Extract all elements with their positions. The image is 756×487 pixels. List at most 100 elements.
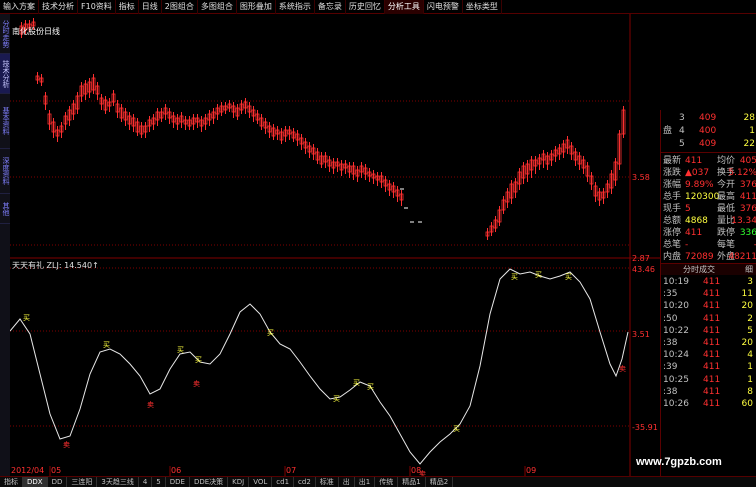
trades-header-detail[interactable]: 细 (745, 264, 753, 276)
indicator-tab[interactable]: 出 (339, 477, 355, 487)
indicator-tab[interactable]: 精品1 (398, 477, 426, 487)
trade-price: 411 (703, 386, 721, 397)
chart-area[interactable]: 3.58 2.87 43.46 3.51 -35.91 2012/04 05 06 07 08 09… (10, 14, 660, 476)
indicator-tab[interactable]: DDX (23, 477, 48, 487)
trade-volume: 3 (747, 277, 753, 287)
trade-time: 10:19 (663, 277, 689, 287)
bid-ask-price: 409 (699, 113, 717, 123)
price-axis-label: 3.58 (632, 173, 650, 182)
toolbar-item[interactable]: 多图组合 (198, 0, 237, 14)
toolbar-item[interactable]: 输入方案 (0, 0, 39, 14)
indicator-tab[interactable]: KDJ (228, 477, 250, 487)
indicator-tab[interactable]: 传统 (375, 477, 399, 487)
date-axis-label: 2012/04 (11, 466, 44, 475)
stat-key: 最新 (663, 156, 682, 166)
indicator-tab[interactable]: 精品2 (426, 477, 454, 487)
trade-row: 10:22 411 5 (661, 325, 756, 337)
indicator-tab[interactable]: VOL (249, 477, 273, 487)
candlestick-chart[interactable]: 3.582.8743.463.51-35.912012/04 05 06 07 08 09… (10, 14, 660, 476)
trade-volume: 1 (747, 362, 753, 373)
trade-time: :50 (663, 313, 678, 324)
indicator-tab[interactable]: DDE (166, 477, 190, 487)
trade-price: 411 (703, 338, 721, 348)
toolbar-item[interactable]: 历史回忆 (346, 0, 385, 14)
price-axis-label: 2.87 (632, 254, 650, 263)
trade-price: 411 (703, 374, 721, 385)
bid-ask-index: 4 (679, 126, 685, 136)
stat-key: 涨跌 (663, 168, 682, 178)
toolbar-item[interactable]: 坐标类型 (463, 0, 502, 14)
trade-volume: 60 (741, 399, 753, 409)
bid-ask-volume: 1 (749, 126, 755, 136)
bid-ask-row: 5 409 22 (661, 138, 756, 150)
stat-value: 13.34 (731, 216, 756, 226)
indicator-tab[interactable]: 三连阳 (67, 477, 98, 487)
toolbar-item[interactable]: F10资料 (78, 0, 116, 14)
trade-row: 10:20 411 20 (661, 300, 756, 312)
indicator-tab[interactable]: cd2 (294, 477, 316, 487)
stat-key: 现手 (663, 204, 682, 214)
left-tab[interactable]: 基本资料 (0, 94, 10, 149)
indicator-tab[interactable]: DDE决策 (190, 477, 229, 487)
indicator-tab[interactable]: 指标 (0, 477, 23, 487)
quote-stat-row: 总额 4868 量比 13.34 (661, 215, 756, 227)
trade-row: 10:24 411 4 (661, 349, 756, 361)
trade-time: 10:22 (663, 325, 689, 336)
indicator-tab[interactable]: 3天趋三线 (97, 477, 139, 487)
trade-volume: 2 (747, 313, 753, 324)
date-axis-label: 07 (286, 466, 296, 475)
toolbar-item[interactable]: 闪电预警 (424, 0, 463, 14)
stat-key: 涨停 (663, 228, 682, 238)
indicator-tab[interactable]: 5 (152, 477, 166, 487)
toolbar-item[interactable]: 日线 (139, 0, 162, 14)
stat-value: 120300 (685, 192, 720, 202)
stat-key: 涨幅 (663, 180, 682, 190)
stock-title: 南化股份日线 (12, 27, 60, 36)
indicator-tab[interactable]: 标准 (316, 477, 339, 487)
date-axis-label: 05 (51, 466, 61, 475)
trade-volume: 20 (741, 301, 753, 312)
toolbar-item[interactable]: 指标 (116, 0, 139, 14)
stat-key: 最高 (717, 192, 736, 202)
stat-value: ▲037 (685, 168, 710, 178)
trade-price: 411 (703, 289, 721, 300)
toolbar-item[interactable]: 技术分析 (39, 0, 78, 14)
bid-ask-volume: 22 (743, 139, 755, 149)
buy-signal-marker: 买 (511, 273, 518, 281)
trade-price: 411 (703, 277, 721, 287)
stat-key: 每笔 (717, 240, 736, 250)
trade-row: :38 411 20 (661, 337, 756, 349)
trade-volume: 5 (747, 325, 753, 336)
toolbar-item[interactable]: 备忘录 (315, 0, 346, 14)
toolbar-item[interactable]: 图形叠加 (237, 0, 276, 14)
indicator-tab[interactable]: DD (48, 477, 68, 487)
date-axis-label: 06 (171, 466, 181, 475)
indicator-axis-label: -35.91 (632, 423, 658, 432)
indicator-header: 天天有礼 ZLJ: 14.540↑ (12, 261, 99, 270)
left-tab[interactable]: 其他 (0, 194, 10, 224)
buy-signal-marker: 买 (353, 379, 360, 387)
toolbar-item[interactable]: 分析工具 (384, 0, 424, 14)
left-tab[interactable]: 分时走势 (0, 14, 10, 54)
toolbar-item[interactable]: 系统指示 (276, 0, 315, 14)
indicator-tab[interactable]: cd1 (272, 477, 295, 487)
quote-stat-row: 内盘 72089 外盘 48211 (661, 251, 756, 263)
stat-value: 4868 (685, 216, 708, 226)
indicator-tab[interactable]: 出1 (355, 477, 376, 487)
trade-time: 10:25 (663, 374, 689, 385)
stat-value: 336 (739, 228, 756, 238)
top-toolbar: 输入方案 技术分析 F10资料 指标 日线 2图组合 多图组合 图形叠加 系统指示 备忘录 历史回忆… (0, 0, 756, 14)
left-tab[interactable]: 技术分析 (0, 54, 10, 94)
bid-ask-volume: 28 (743, 113, 755, 123)
indicator-tab[interactable]: 4 (139, 477, 153, 487)
stat-key: 跌停 (717, 228, 736, 238)
buy-signal-marker: 买 (453, 425, 460, 433)
date-axis-label: 09 (526, 466, 536, 475)
indicator-line (10, 268, 629, 465)
sell-signal-marker: 卖 (63, 441, 70, 449)
trades-header-label: 分时成交 (683, 265, 715, 274)
toolbar-item[interactable]: 2图组合 (162, 0, 198, 14)
buy-signal-marker: 买 (565, 273, 572, 281)
bottom-tab-bar: 指标 DDX DD 三连阳 3天趋三线 4 5 DDE DDE决策 KDJ VOL cd1 cd2 标准出… (0, 476, 756, 487)
left-tab[interactable]: 深度资料 (0, 149, 10, 194)
